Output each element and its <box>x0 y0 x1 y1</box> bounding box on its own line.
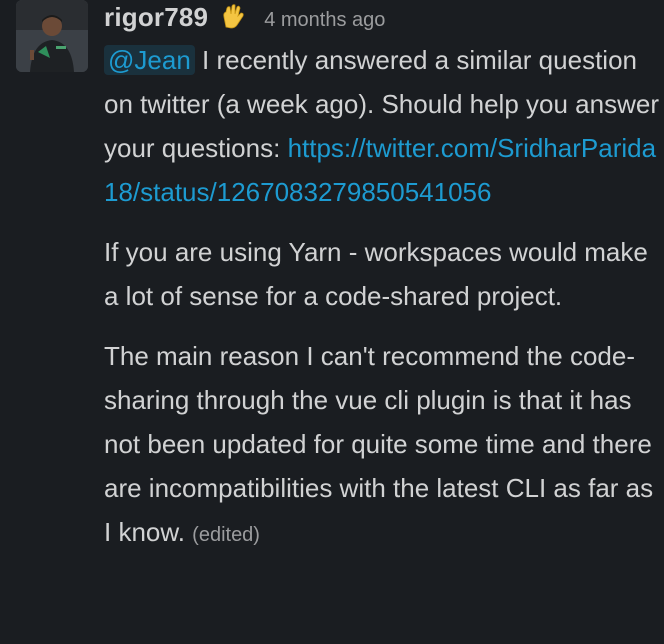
user-avatar[interactable] <box>16 0 88 72</box>
vulcan-salute-icon[interactable] <box>220 3 246 29</box>
message-paragraph-2: If you are using Yarn - workspaces would… <box>104 237 648 311</box>
message-header: rigor789 4 months ago <box>104 0 660 36</box>
message-paragraph-3: The main reason I can't recommend the co… <box>104 334 660 557</box>
username-link[interactable]: rigor789 <box>104 2 208 33</box>
edited-label: (edited) <box>192 524 260 546</box>
message-paragraph-1: @Jean I recently answered a similar ques… <box>104 38 660 214</box>
paragraph-3-text: The main reason I can't recommend the co… <box>104 341 654 547</box>
user-mention[interactable]: @Jean <box>104 45 195 75</box>
chat-message: rigor789 4 months ago @Jean I recently a… <box>0 0 664 644</box>
message-content: rigor789 4 months ago @Jean I recently a… <box>104 0 660 557</box>
timestamp[interactable]: 4 months ago <box>264 9 385 32</box>
